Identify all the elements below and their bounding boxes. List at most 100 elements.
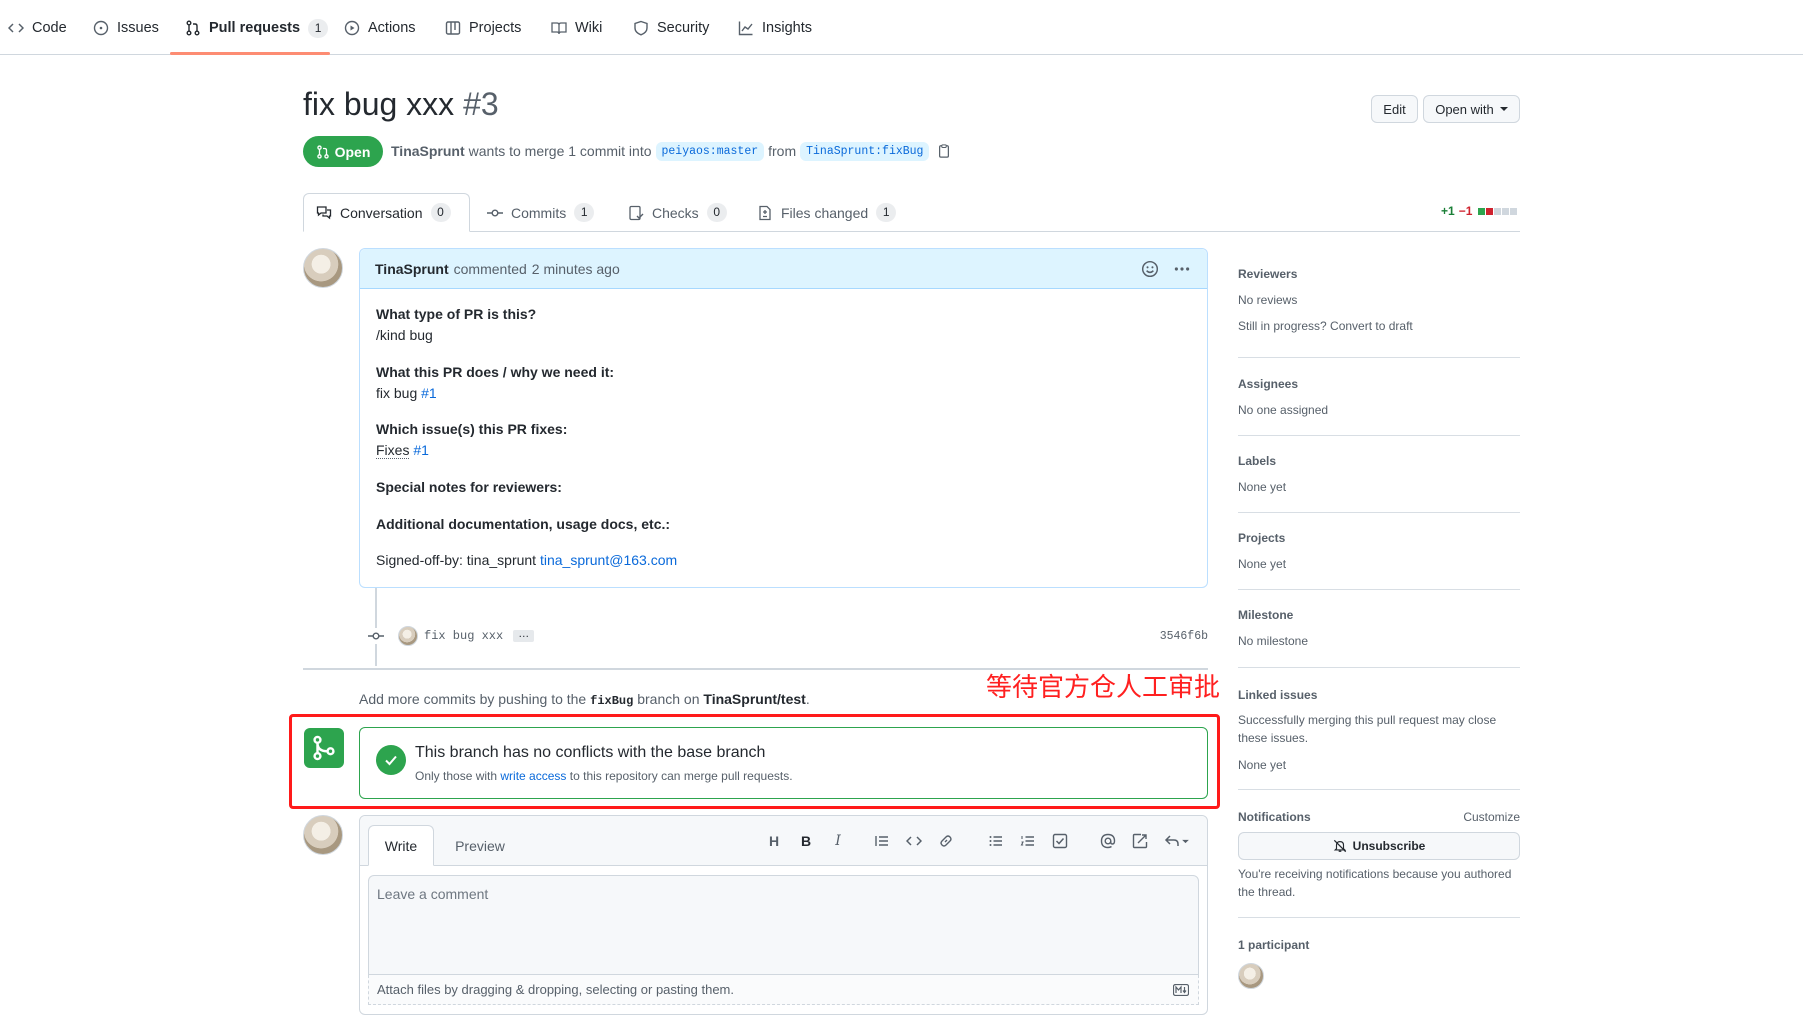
comment-textarea[interactable]: Leave a comment — [368, 875, 1199, 975]
commit-icon — [368, 628, 384, 644]
edit-button[interactable]: Edit — [1371, 95, 1418, 123]
repo-nav: Code Issues Pull requests 1 Actions Proj… — [0, 0, 1803, 55]
commit-author-avatar[interactable] — [398, 626, 418, 646]
milestone-value: No milestone — [1238, 634, 1309, 648]
git-merge-icon — [313, 735, 335, 761]
tab-commits-label: Commits — [511, 204, 567, 221]
issue-link[interactable]: #1 — [413, 442, 429, 458]
linked-issues-heading: Linked issues — [1238, 688, 1318, 702]
comment-time[interactable]: 2 minutes ago — [532, 261, 620, 277]
bold-icon[interactable]: B — [796, 831, 816, 851]
page-title: fix bug xxx #3 — [303, 86, 499, 123]
tab-checks-count: 0 — [706, 203, 727, 222]
head-branch[interactable]: TinaSprunt:fixBug — [800, 141, 930, 161]
comment-answer-2: fix bug #1 — [376, 385, 437, 401]
comment-question-1: What type of PR is this? — [376, 306, 537, 322]
markdown-icon[interactable] — [1173, 984, 1189, 996]
avatar[interactable] — [303, 815, 343, 855]
customize-link[interactable]: Customize — [1463, 810, 1520, 824]
participant-avatar[interactable] — [1238, 963, 1264, 989]
diffstat-blocks — [1478, 207, 1518, 215]
nav-security[interactable]: Security — [633, 14, 709, 42]
code-icon — [8, 23, 24, 33]
nav-insights[interactable]: Insights — [738, 14, 812, 42]
table-icon — [445, 21, 461, 35]
unsubscribe-button[interactable]: Unsubscribe — [1238, 832, 1520, 860]
comment-header: TinaSprunt commented 2 minutes ago — [360, 249, 1207, 289]
code-icon[interactable] — [904, 831, 924, 851]
ordered-list-icon[interactable] — [1018, 831, 1038, 851]
write-access-link[interactable]: write access — [500, 769, 566, 783]
comment-author-link[interactable]: TinaSprunt — [375, 261, 449, 277]
unordered-list-icon[interactable] — [986, 831, 1006, 851]
assignees-value: No one assigned — [1238, 403, 1329, 417]
smiley-icon[interactable] — [1141, 260, 1159, 278]
avatar[interactable] — [303, 248, 343, 288]
convert-to-draft-link[interactable]: Still in progress? Convert to draft — [1238, 319, 1413, 333]
pr-meta: TinaSprunt wants to merge 1 commit into … — [391, 140, 951, 162]
nav-pull-requests[interactable]: Pull requests 1 — [185, 14, 329, 42]
checklist-icon — [629, 205, 644, 220]
tab-preview[interactable]: Preview — [440, 825, 520, 866]
nav-projects[interactable]: Projects — [445, 14, 521, 42]
notifications-desc-2: the thread. — [1238, 885, 1296, 899]
assignees-heading[interactable]: Assignees — [1238, 377, 1298, 391]
sidebar-labels: Labels None yet — [1238, 436, 1520, 513]
quote-icon[interactable] — [872, 831, 892, 851]
check-icon — [385, 755, 397, 766]
tab-conversation-label: Conversation — [340, 204, 423, 221]
cross-reference-icon[interactable] — [1130, 831, 1150, 851]
nav-code[interactable]: Code — [8, 14, 67, 42]
pr-title-text: fix bug xxx — [303, 86, 455, 122]
comment-answer-3-text: Fixes — [376, 442, 410, 459]
comment-question-3: Which issue(s) this PR fixes: — [376, 421, 568, 437]
commit-message[interactable]: fix bug xxx — [424, 629, 503, 643]
attach-files-text: Attach files by dragging & dropping, sel… — [377, 982, 734, 997]
tab-checks[interactable]: Checks 0 — [616, 193, 739, 232]
tab-conversation-count: 0 — [430, 203, 451, 222]
base-branch[interactable]: peiyaos:master — [655, 141, 765, 161]
tab-files-changed[interactable]: Files changed 1 — [745, 193, 908, 232]
tab-commits[interactable]: Commits 1 — [475, 193, 606, 232]
diffstat-block-add — [1478, 207, 1486, 215]
link-icon[interactable] — [936, 831, 956, 851]
milestone-heading[interactable]: Milestone — [1238, 608, 1293, 622]
nav-wiki[interactable]: Wiki — [551, 14, 602, 42]
nav-issues[interactable]: Issues — [93, 14, 159, 42]
commit-icon — [487, 208, 503, 216]
nav-actions-label: Actions — [368, 20, 416, 36]
projects-heading[interactable]: Projects — [1238, 531, 1285, 545]
commit-sha[interactable]: 3546f6b — [1160, 630, 1208, 643]
task-list-icon[interactable] — [1050, 831, 1070, 851]
reply-icon[interactable] — [1162, 831, 1190, 851]
bell-slash-icon — [1333, 839, 1346, 853]
tab-files-changed-label: Files changed — [781, 204, 869, 221]
play-icon — [344, 20, 360, 36]
comment-actions — [1141, 260, 1191, 278]
issue-link[interactable]: #1 — [421, 385, 437, 401]
kebab-horizontal-icon[interactable] — [1173, 260, 1191, 278]
state-badge: Open — [303, 136, 383, 167]
comment-composer: Write Preview H B I Leave a comment Atta… — [359, 815, 1208, 1015]
signoff-email-link[interactable]: tina_sprunt@163.com — [540, 552, 677, 568]
tab-conversation[interactable]: Conversation 0 — [303, 193, 470, 232]
copy-icon[interactable] — [937, 144, 951, 158]
nav-actions[interactable]: Actions — [344, 14, 416, 42]
mention-icon[interactable] — [1098, 831, 1118, 851]
push-hint: Add more commits by pushing to the fixBu… — [359, 691, 810, 708]
nav-insights-label: Insights — [762, 20, 812, 36]
attach-files-hint[interactable]: Attach files by dragging & dropping, sel… — [368, 975, 1199, 1005]
nav-projects-label: Projects — [469, 20, 522, 36]
reviewers-heading[interactable]: Reviewers — [1238, 267, 1297, 281]
labels-value: None yet — [1238, 480, 1287, 494]
open-with-button[interactable]: Open with — [1423, 95, 1520, 123]
italic-icon[interactable]: I — [828, 831, 848, 851]
expand-commit-button[interactable]: … — [513, 629, 535, 642]
pr-author-link[interactable]: TinaSprunt — [391, 143, 465, 159]
caret-down-icon — [1499, 107, 1508, 111]
labels-heading[interactable]: Labels — [1238, 454, 1276, 468]
signoff-text: Signed-off-by: tina_sprunt — [376, 552, 537, 568]
tab-write[interactable]: Write — [368, 825, 434, 866]
book-icon — [551, 22, 567, 35]
heading-icon[interactable]: H — [764, 831, 784, 851]
